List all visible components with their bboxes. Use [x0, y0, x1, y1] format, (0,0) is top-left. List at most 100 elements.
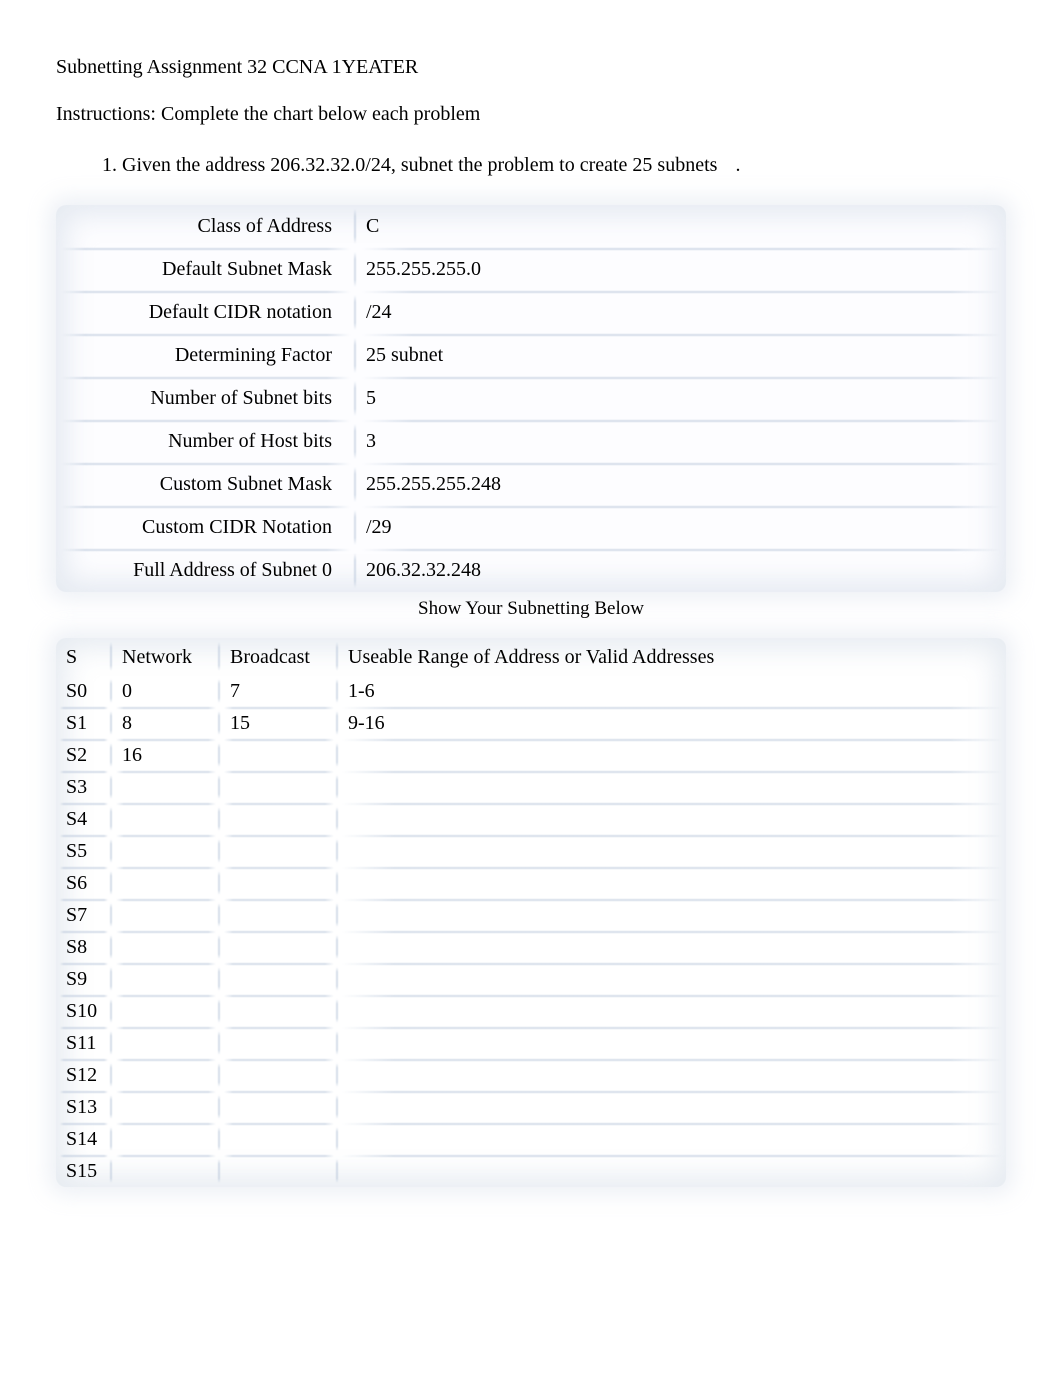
subnet-cell-broadcast [220, 867, 338, 899]
info-label: Class of Address [56, 205, 356, 248]
subnet-cell-broadcast [220, 1155, 338, 1187]
subnet-cell-range [338, 995, 1006, 1027]
subnet-cell-range [338, 1027, 1006, 1059]
subnet-cell-range: 1-6 [338, 675, 1006, 707]
subnet-cell-network [112, 1155, 220, 1187]
info-table: Class of AddressCDefault Subnet Mask255.… [56, 205, 1006, 592]
info-value: /29 [356, 506, 1006, 549]
subnet-cell-s: S10 [56, 995, 112, 1027]
info-value: 25 subnet [356, 334, 1006, 377]
subnet-cell-network [112, 867, 220, 899]
subnet-row: S216 [56, 739, 1006, 771]
info-label: Default Subnet Mask [56, 248, 356, 291]
subnet-cell-network [112, 1059, 220, 1091]
subnet-cell-network [112, 803, 220, 835]
subnet-cell-s: S8 [56, 931, 112, 963]
subnet-cell-s: S2 [56, 739, 112, 771]
subnet-cell-s: S9 [56, 963, 112, 995]
subnet-cell-s: S3 [56, 771, 112, 803]
subnet-cell-broadcast [220, 835, 338, 867]
subnet-cell-range [338, 835, 1006, 867]
subnet-header-range: Useable Range of Address or Valid Addres… [338, 638, 1006, 675]
subnet-cell-network [112, 995, 220, 1027]
show-subnetting-caption: Show Your Subnetting Below [56, 598, 1006, 620]
info-row: Default CIDR notation/24 [56, 291, 1006, 334]
subnet-cell-broadcast: 7 [220, 675, 338, 707]
info-label: Default CIDR notation [56, 291, 356, 334]
subnet-cell-broadcast [220, 771, 338, 803]
subnet-cell-s: S14 [56, 1123, 112, 1155]
subnet-cell-range [338, 1123, 1006, 1155]
subnet-cell-broadcast [220, 1059, 338, 1091]
subnet-cell-range [338, 1155, 1006, 1187]
subnet-cell-range [338, 739, 1006, 771]
subnet-cell-network [112, 771, 220, 803]
subnet-row: S11 [56, 1027, 1006, 1059]
subnet-cell-range [338, 963, 1006, 995]
subnet-row: S4 [56, 803, 1006, 835]
info-value: 255.255.255.0 [356, 248, 1006, 291]
subnet-cell-s: S0 [56, 675, 112, 707]
subnet-cell-network [112, 1091, 220, 1123]
subnet-cell-s: S15 [56, 1155, 112, 1187]
info-label: Determining Factor [56, 334, 356, 377]
info-value: 255.255.255.248 [356, 463, 1006, 506]
info-row: Determining Factor25 subnet [56, 334, 1006, 377]
subnet-row: S12 [56, 1059, 1006, 1091]
subnet-cell-broadcast [220, 1027, 338, 1059]
subnet-row: S0071-6 [56, 675, 1006, 707]
subnet-cell-range [338, 899, 1006, 931]
info-value: 206.32.32.248 [356, 549, 1006, 592]
subnet-cell-network: 8 [112, 707, 220, 739]
info-label: Number of Host bits [56, 420, 356, 463]
info-row: Full Address of Subnet 0206.32.32.248 [56, 549, 1006, 592]
page-title: Subnetting Assignment 32 CCNA 1YEATER [56, 56, 1006, 79]
subnet-cell-broadcast [220, 931, 338, 963]
subnet-cell-broadcast [220, 803, 338, 835]
subnet-row: S6 [56, 867, 1006, 899]
subnet-cell-s: S5 [56, 835, 112, 867]
subnet-row: S8 [56, 931, 1006, 963]
document-page: Subnetting Assignment 32 CCNA 1YEATER In… [0, 0, 1062, 1227]
subnet-header-broadcast: Broadcast [220, 638, 338, 675]
subnet-cell-s: S11 [56, 1027, 112, 1059]
subnet-cell-network [112, 963, 220, 995]
subnet-row: S18159-16 [56, 707, 1006, 739]
subnet-cell-range [338, 803, 1006, 835]
subnet-cell-s: S12 [56, 1059, 112, 1091]
info-label: Full Address of Subnet 0 [56, 549, 356, 592]
info-label: Number of Subnet bits [56, 377, 356, 420]
subnet-cell-s: S6 [56, 867, 112, 899]
problem-text: Given the address 206.32.32.0/24, subnet… [122, 154, 717, 176]
info-value: /24 [356, 291, 1006, 334]
info-row: Number of Host bits3 [56, 420, 1006, 463]
problem-period: . [717, 154, 740, 176]
subnet-cell-range [338, 771, 1006, 803]
subnet-row: S3 [56, 771, 1006, 803]
info-value: 5 [356, 377, 1006, 420]
subnet-row: S5 [56, 835, 1006, 867]
subnet-row: S10 [56, 995, 1006, 1027]
subnet-cell-range [338, 1091, 1006, 1123]
info-label: Custom CIDR Notation [56, 506, 356, 549]
subnet-cell-broadcast [220, 1091, 338, 1123]
subnet-cell-broadcast [220, 1123, 338, 1155]
subnet-cell-network [112, 1123, 220, 1155]
subnet-cell-broadcast [220, 739, 338, 771]
subnet-cell-broadcast [220, 963, 338, 995]
subnet-cell-range [338, 1059, 1006, 1091]
subnet-cell-s: S4 [56, 803, 112, 835]
problem-list: Given the address 206.32.32.0/24, subnet… [56, 154, 1006, 177]
subnet-cell-network [112, 835, 220, 867]
subnet-row: S15 [56, 1155, 1006, 1187]
info-value: 3 [356, 420, 1006, 463]
subnet-cell-network [112, 1027, 220, 1059]
subnet-row: S9 [56, 963, 1006, 995]
subnet-row: S13 [56, 1091, 1006, 1123]
subnet-table: S Network Broadcast Useable Range of Add… [56, 638, 1006, 1187]
info-row: Class of AddressC [56, 205, 1006, 248]
subnet-cell-network: 0 [112, 675, 220, 707]
subnet-cell-broadcast: 15 [220, 707, 338, 739]
subnet-cell-s: S7 [56, 899, 112, 931]
subnet-cell-network: 16 [112, 739, 220, 771]
